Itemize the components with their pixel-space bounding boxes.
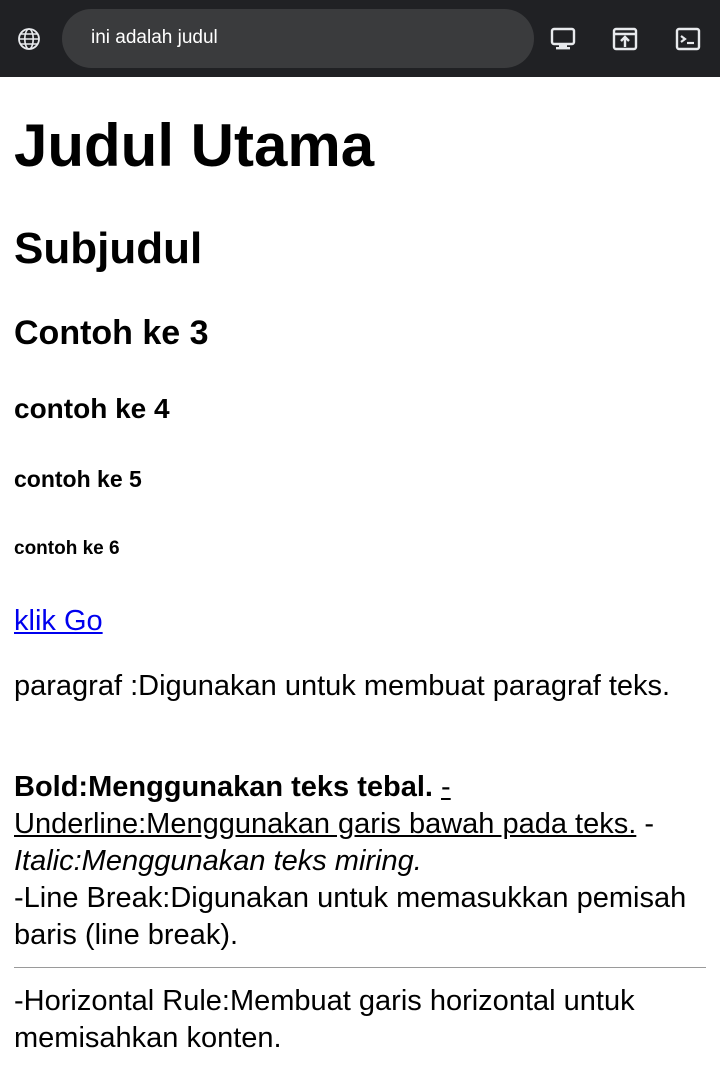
address-text: ini adalah judul [91, 27, 218, 48]
address-bar[interactable]: ini adalah judul [62, 9, 534, 68]
line-break-text: -Line Break:Digunakan untuk memasukkan p… [14, 882, 687, 951]
heading-3: Contoh ke 3 [14, 314, 209, 352]
open-in-new-icon[interactable] [612, 26, 638, 52]
formatting-paragraph: Bold:Menggunakan teks tebal. -Underline:… [14, 769, 706, 954]
horizontal-rule [14, 967, 706, 968]
desktop-icon[interactable] [550, 26, 576, 52]
heading-4: contoh ke 4 [14, 393, 170, 424]
go-link[interactable]: klik Go [14, 607, 103, 636]
heading-5: contoh ke 5 [14, 466, 142, 492]
terminal-icon[interactable] [675, 26, 701, 52]
globe-icon[interactable] [17, 27, 41, 51]
heading-6: contoh ke 6 [14, 538, 120, 559]
italic-text: Italic:Menggunakan teks miring. [14, 845, 422, 877]
heading-1: Judul Utama [14, 112, 375, 179]
heading-2: Subjudul [14, 224, 203, 273]
paragraph-text: paragraf :Digunakan untuk membuat paragr… [14, 670, 671, 702]
italic-prefix: - [644, 808, 655, 840]
horizontal-rule-text: -Horizontal Rule:Membuat garis horizonta… [14, 985, 635, 1054]
browser-toolbar: ini adalah judul [0, 0, 720, 77]
bold-text: Bold:Menggunakan teks tebal. [14, 771, 433, 803]
